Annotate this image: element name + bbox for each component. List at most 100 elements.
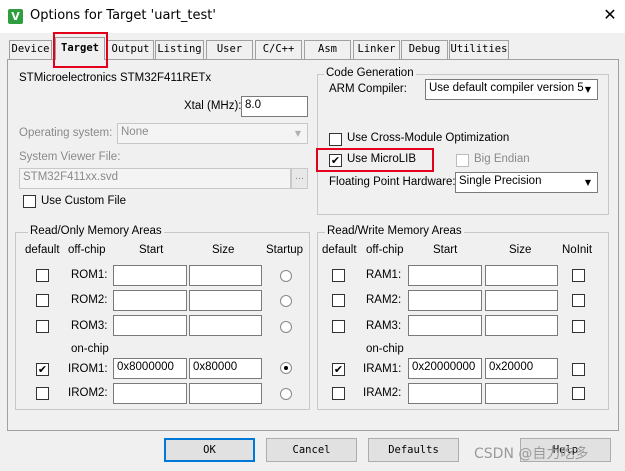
device-name: STMicroelectronics STM32F411RETx <box>19 72 212 84</box>
arm-compiler-value: Use default compiler version 5 <box>429 82 584 94</box>
irom1-label: IROM1: <box>68 363 108 375</box>
rw-header-noinit: NoInit <box>562 244 593 256</box>
rom3-size-input[interactable] <box>189 315 262 336</box>
irom2-size-input[interactable] <box>189 383 262 404</box>
tab-highlight-box <box>53 32 108 68</box>
microlib-highlight-box <box>316 148 434 172</box>
os-label: Operating system: <box>19 127 113 139</box>
custom-file-checkbox[interactable] <box>23 195 36 208</box>
irom1-startup-radio[interactable] <box>280 362 292 374</box>
custom-file-label: Use Custom File <box>41 195 126 207</box>
rom2-default-checkbox[interactable] <box>36 294 49 307</box>
iram1-label: IRAM1: <box>363 363 402 375</box>
ro-memory-title: Read/Only Memory Areas <box>28 225 164 237</box>
svd-browse-button[interactable]: ... <box>291 168 308 189</box>
irom2-start-input[interactable] <box>113 383 187 404</box>
rom3-start-input[interactable] <box>113 315 187 336</box>
ram2-size-input[interactable] <box>485 290 558 311</box>
code-generation-title: Code Generation <box>324 67 416 79</box>
ram1-size-input[interactable] <box>485 265 558 286</box>
defaults-button[interactable]: Defaults <box>368 438 459 462</box>
rw-header-chip: off-chip <box>366 244 404 256</box>
tab-user[interactable]: User <box>206 40 253 59</box>
ro-on-chip-label: on-chip <box>71 343 109 355</box>
chevron-down-icon: ▼ <box>584 178 592 187</box>
ro-header-start: Start <box>139 244 164 256</box>
close-icon[interactable]: ✕ <box>599 4 621 26</box>
tab-listing[interactable]: Listing <box>155 40 204 59</box>
tab-linker[interactable]: Linker <box>353 40 400 59</box>
iram1-size-input[interactable]: 0x20000 <box>485 358 558 379</box>
ram3-size-input[interactable] <box>485 315 558 336</box>
chevron-down-icon: ▼ <box>294 129 302 138</box>
iram2-label: IRAM2: <box>363 387 402 399</box>
fpu-value: Single Precision <box>459 175 542 187</box>
arm-compiler-select[interactable]: Use default compiler version 5 ▼ <box>425 79 598 100</box>
os-select-value: None <box>121 126 149 138</box>
ram3-default-checkbox[interactable] <box>332 320 345 333</box>
chevron-down-icon: ▼ <box>584 85 592 94</box>
rom2-label: ROM2: <box>71 294 108 306</box>
xtal-label: Xtal (MHz): <box>184 100 242 112</box>
irom2-startup-radio[interactable] <box>280 388 292 400</box>
ram3-label: RAM3: <box>366 320 402 332</box>
tab-debug[interactable]: Debug <box>401 40 448 59</box>
ro-header-default: default <box>25 244 60 256</box>
iram2-noinit-checkbox[interactable] <box>572 387 585 400</box>
rom2-start-input[interactable] <box>113 290 187 311</box>
rom1-start-input[interactable] <box>113 265 187 286</box>
tab-device[interactable]: Device <box>9 40 52 59</box>
big-endian-checkbox[interactable] <box>456 154 469 167</box>
cancel-button[interactable]: Cancel <box>266 438 357 462</box>
rom2-size-input[interactable] <box>189 290 262 311</box>
iram1-noinit-checkbox[interactable] <box>572 363 585 376</box>
rom1-default-checkbox[interactable] <box>36 269 49 282</box>
tab-asm[interactable]: Asm <box>304 40 351 59</box>
ro-header-chip: off-chip <box>68 244 106 256</box>
ram1-default-checkbox[interactable] <box>332 269 345 282</box>
iram2-default-checkbox[interactable] <box>332 387 345 400</box>
rw-on-chip-label: on-chip <box>366 343 404 355</box>
iram1-default-checkbox[interactable]: ✔ <box>332 363 345 376</box>
tab-c-cpp[interactable]: C/C++ <box>255 40 302 59</box>
irom2-default-checkbox[interactable] <box>36 387 49 400</box>
rom3-startup-radio[interactable] <box>280 321 292 333</box>
os-select[interactable]: None ▼ <box>117 123 308 144</box>
iram2-size-input[interactable] <box>485 383 558 404</box>
irom1-size-input[interactable]: 0x80000 <box>189 358 262 379</box>
ram2-noinit-checkbox[interactable] <box>572 294 585 307</box>
irom1-start-input[interactable]: 0x8000000 <box>113 358 187 379</box>
rw-header-default: default <box>322 244 357 256</box>
iram2-start-input[interactable] <box>408 383 482 404</box>
irom2-label: IROM2: <box>68 387 108 399</box>
irom1-default-checkbox[interactable]: ✔ <box>36 363 49 376</box>
tab-output[interactable]: Output <box>107 40 154 59</box>
arm-compiler-label: ARM Compiler: <box>329 83 407 95</box>
fpu-select[interactable]: Single Precision ▼ <box>455 172 598 193</box>
ram3-noinit-checkbox[interactable] <box>572 320 585 333</box>
ram1-noinit-checkbox[interactable] <box>572 269 585 282</box>
ram1-label: RAM1: <box>366 269 402 281</box>
svd-label: System Viewer File: <box>19 151 121 163</box>
ok-button[interactable]: OK <box>164 438 255 462</box>
ram2-label: RAM2: <box>366 294 402 306</box>
rom3-label: ROM3: <box>71 320 108 332</box>
window-title: Options for Target 'uart_test' <box>30 8 216 23</box>
ram2-default-checkbox[interactable] <box>332 294 345 307</box>
ram1-start-input[interactable] <box>408 265 482 286</box>
ram2-start-input[interactable] <box>408 290 482 311</box>
svd-file-input[interactable]: STM32F411xx.svd <box>19 168 291 189</box>
rom3-default-checkbox[interactable] <box>36 320 49 333</box>
csdn-watermark: CSDN @自力吃多 <box>474 446 589 462</box>
tab-utilities[interactable]: Utilities <box>449 40 509 59</box>
xtal-input[interactable]: 8.0 <box>241 96 308 117</box>
rom1-size-input[interactable] <box>189 265 262 286</box>
rom1-label: ROM1: <box>71 269 108 281</box>
iram1-start-input[interactable]: 0x20000000 <box>408 358 482 379</box>
rw-memory-title: Read/Write Memory Areas <box>325 225 464 237</box>
rom2-startup-radio[interactable] <box>280 295 292 307</box>
cross-module-checkbox[interactable] <box>329 133 342 146</box>
rom1-startup-radio[interactable] <box>280 270 292 282</box>
ram3-start-input[interactable] <box>408 315 482 336</box>
ro-header-startup: Startup <box>266 244 304 256</box>
